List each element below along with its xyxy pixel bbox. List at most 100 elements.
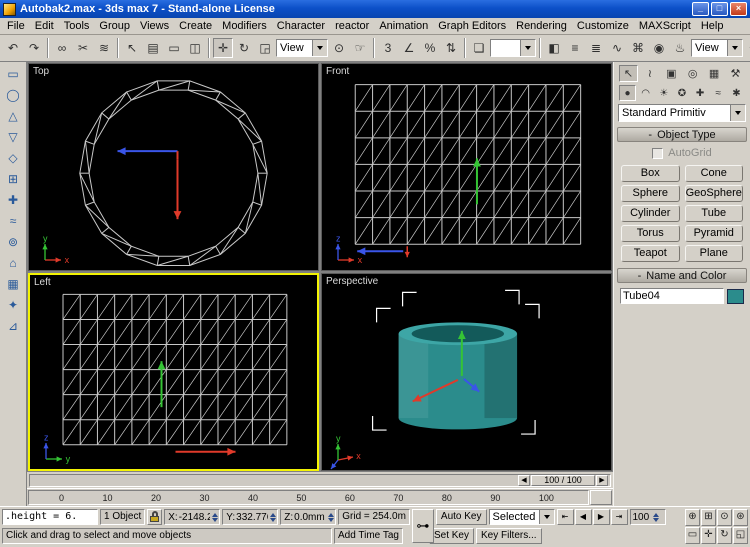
align-icon[interactable]: ≡ <box>565 38 585 58</box>
time-slider-prev-button[interactable]: ◀ <box>518 475 530 486</box>
menu-item[interactable]: Help <box>696 19 729 33</box>
render-scene-icon[interactable]: ♨ <box>670 38 690 58</box>
shapes-category[interactable]: ◠ <box>637 85 654 101</box>
menu-item[interactable]: reactor <box>330 19 374 33</box>
utilities-tab[interactable]: ⚒ <box>726 65 745 82</box>
window-crossing-icon[interactable]: ◫ <box>185 38 205 58</box>
time-slider-thumb[interactable]: 100 / 100 <box>531 475 595 486</box>
dropdown-arrow-icon[interactable] <box>730 105 745 121</box>
object-color-swatch[interactable] <box>727 289 744 304</box>
redo-icon[interactable]: ↷ <box>24 38 44 58</box>
pyramid-button[interactable]: Pyramid <box>685 225 744 242</box>
minimize-button[interactable]: _ <box>692 2 709 16</box>
pan-icon[interactable]: ✛ <box>701 527 716 544</box>
modify-tab[interactable]: ≀ <box>640 65 659 82</box>
primitive-type-select[interactable]: Standard Primitiv <box>618 104 746 122</box>
rectangular-selection-region-icon[interactable]: ▭ <box>164 38 184 58</box>
menu-item[interactable]: Edit <box>30 19 59 33</box>
viewport-top-label[interactable]: Top <box>33 66 49 77</box>
menu-item[interactable]: Customize <box>572 19 634 33</box>
maximize-button[interactable]: □ <box>711 2 728 16</box>
select-by-name-icon[interactable]: ▤ <box>143 38 163 58</box>
select-and-rotate-icon[interactable]: ↻ <box>234 38 254 58</box>
reactor-plane-icon[interactable]: ⊞ <box>3 170 24 189</box>
object-type-rollout[interactable]: - Object Type <box>617 127 747 142</box>
viewport-front-canvas[interactable]: xz <box>322 64 611 270</box>
select-and-link-icon[interactable]: ∞ <box>52 38 72 58</box>
menu-item[interactable]: Graph Editors <box>433 19 511 33</box>
spinner-arrows-icon[interactable] <box>650 513 662 522</box>
space-warps-category[interactable]: ≈ <box>710 85 727 101</box>
viewport-perspective-canvas[interactable]: xyz <box>322 274 611 470</box>
viewport-perspective-label[interactable]: Perspective <box>326 276 378 287</box>
viewport-top-canvas[interactable]: xy <box>29 64 318 270</box>
helpers-category[interactable]: ✚ <box>692 85 709 101</box>
tube-button[interactable]: Tube <box>685 205 744 222</box>
menu-item[interactable]: Group <box>94 19 135 33</box>
viewport-left-label[interactable]: Left <box>34 277 51 288</box>
play-button[interactable]: ▶ <box>593 509 610 525</box>
edit-named-selection-sets-icon[interactable]: ❏ <box>469 38 489 58</box>
menu-item[interactable]: Animation <box>374 19 433 33</box>
menu-item[interactable]: Rendering <box>511 19 572 33</box>
time-slider[interactable]: ◀ 100 / 100 ▶ <box>27 472 613 488</box>
cylinder-button[interactable]: Cylinder <box>621 205 680 222</box>
spinner-arrows-icon[interactable] <box>269 513 276 522</box>
snap-toggle-3d-icon[interactable]: 3 <box>378 38 398 58</box>
mirror-icon[interactable]: ◧ <box>544 38 564 58</box>
selection-lock-toggle[interactable] <box>147 509 162 525</box>
field-of-view-icon[interactable]: ▭ <box>685 527 700 544</box>
layer-manager-icon[interactable]: ≣ <box>586 38 606 58</box>
reactor-fracture-icon[interactable]: ▦ <box>3 275 24 294</box>
reactor-motor-icon[interactable]: ⊚ <box>3 233 24 252</box>
menu-item[interactable]: Modifiers <box>217 19 272 33</box>
current-frame-field[interactable]: 100 <box>630 509 666 525</box>
viewport-top[interactable]: Top xy <box>28 63 319 271</box>
select-and-move-icon[interactable]: ✛ <box>213 38 233 58</box>
menu-item[interactable]: Create <box>174 19 217 33</box>
select-and-scale-icon[interactable]: ◲ <box>255 38 275 58</box>
menu-item[interactable]: File <box>2 19 30 33</box>
quick-render-icon[interactable]: ✸ <box>744 38 750 58</box>
cameras-category[interactable]: ✪ <box>673 85 690 101</box>
menu-item[interactable]: MAXScript <box>634 19 696 33</box>
set-key-button[interactable]: Set Key <box>429 528 474 544</box>
plane-button[interactable]: Plane <box>685 245 744 262</box>
time-slider-track[interactable]: ◀ 100 / 100 ▶ <box>29 474 611 487</box>
dropdown-arrow-icon[interactable] <box>727 40 742 56</box>
material-editor-icon[interactable]: ◉ <box>649 38 669 58</box>
key-mode-select[interactable]: Selected <box>489 509 555 525</box>
unlink-selection-icon[interactable]: ✂ <box>73 38 93 58</box>
reactor-wind-icon[interactable]: ≈ <box>3 212 24 231</box>
bind-to-space-warp-icon[interactable]: ≋ <box>94 38 114 58</box>
viewport-front[interactable]: Front xz <box>321 63 612 271</box>
box-button[interactable]: Box <box>621 165 680 182</box>
undo-icon[interactable]: ↶ <box>3 38 23 58</box>
select-and-manipulate-icon[interactable]: ☞ <box>350 38 370 58</box>
track-bar[interactable]: 0102030405060708090100 <box>27 488 613 506</box>
go-to-end-button[interactable]: ⇥ <box>611 509 628 525</box>
teapot-button[interactable]: Teapot <box>621 245 680 262</box>
x-coordinate-field[interactable]: X:-2148.2 <box>164 509 220 525</box>
z-coordinate-field[interactable]: Z:0.0mm <box>280 509 336 525</box>
reactor-deforming-mesh-icon[interactable]: ◇ <box>3 149 24 168</box>
track-bar-end-box[interactable] <box>590 490 612 505</box>
percent-snap-icon[interactable]: % <box>420 38 440 58</box>
maxscript-mini-listener[interactable]: .height = 6. <box>2 509 98 525</box>
min-max-toggle-icon[interactable]: ◱ <box>733 527 748 544</box>
close-button[interactable]: × <box>730 2 747 16</box>
reactor-rope-collection-icon[interactable]: ▽ <box>3 128 24 147</box>
menu-item[interactable]: Tools <box>59 19 95 33</box>
motion-tab[interactable]: ◎ <box>683 65 702 82</box>
name-and-color-rollout[interactable]: - Name and Color <box>617 268 747 283</box>
autogrid-checkbox[interactable] <box>652 148 663 159</box>
zoom-icon[interactable]: ⊕ <box>685 509 700 526</box>
y-coordinate-field[interactable]: Y:332.776 <box>222 509 278 525</box>
dropdown-arrow-icon[interactable] <box>539 510 554 524</box>
hierarchy-tab[interactable]: ▣ <box>662 65 681 82</box>
reactor-cloth-collection-icon[interactable]: ◯ <box>3 86 24 105</box>
viewport-front-label[interactable]: Front <box>326 66 349 77</box>
time-slider-next-button[interactable]: ▶ <box>596 475 608 486</box>
viewport-left[interactable]: Left yz <box>28 273 319 471</box>
reactor-spring-icon[interactable]: ✚ <box>3 191 24 210</box>
